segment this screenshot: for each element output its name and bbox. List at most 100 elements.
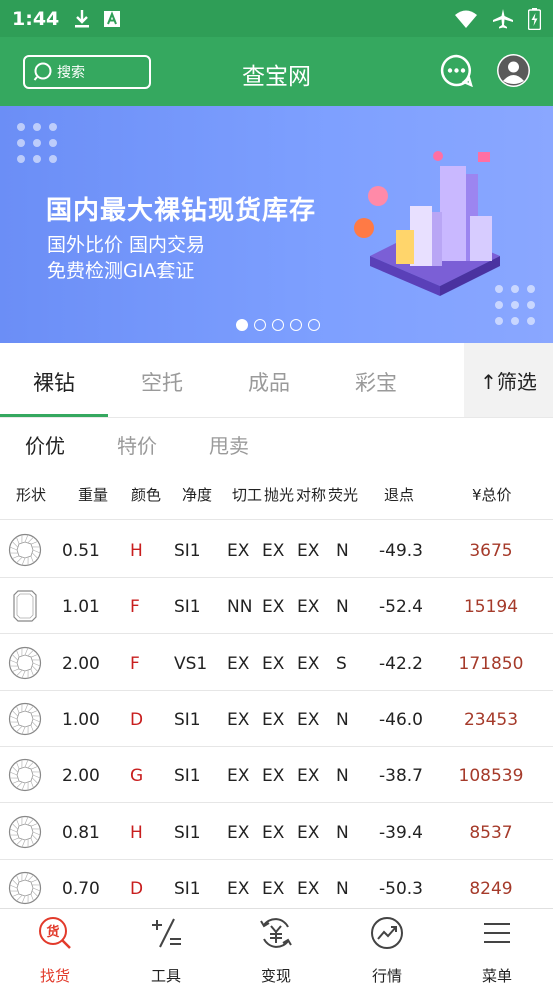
cell-clarity: SI1 (174, 541, 201, 561)
cell-cut: EX (227, 541, 249, 561)
font-a-icon (103, 10, 121, 28)
cell-cut: EX (227, 766, 249, 786)
cell-clarity: VS1 (174, 654, 207, 674)
promo-banner[interactable]: 国内最大裸钻现货库存 国外比价 国内交易 免费检测GIA套证 (0, 106, 553, 343)
cell-price: 3675 (430, 541, 552, 561)
nav-label: 菜单 (462, 965, 532, 986)
table-row[interactable]: 2.00GSI1EXEXEXN-38.7108539 (0, 747, 553, 803)
download-icon (73, 9, 91, 29)
cash-exchange-icon (258, 915, 294, 951)
cell-clarity: SI1 (174, 597, 201, 617)
col-header-weight[interactable]: 重量 (78, 484, 108, 505)
bottom-nav: 货 找货 工具 变现 行情 菜单 (0, 908, 553, 984)
table-row[interactable]: 0.51HSI1EXEXEXN-49.33675 (0, 522, 553, 578)
subtab-special-price[interactable]: 特价 (117, 430, 157, 459)
table-row[interactable]: 2.00FVS1EXEXEXS-42.2171850 (0, 635, 553, 691)
svg-text:货: 货 (46, 924, 59, 940)
banner-headline: 国内最大裸钻现货库存 (46, 190, 316, 227)
round-cut-icon (8, 702, 42, 736)
cell-fluorescence: N (336, 879, 349, 899)
col-header-total-price[interactable]: ¥总价 (472, 484, 512, 505)
nav-label: 工具 (131, 965, 201, 986)
round-cut-icon (8, 533, 42, 567)
cell-weight: 0.70 (62, 879, 100, 899)
cell-color: D (130, 710, 143, 730)
trend-icon (369, 915, 405, 951)
cell-price: 15194 (430, 597, 552, 617)
city-illustration (350, 146, 510, 306)
cell-cut: EX (227, 823, 249, 843)
col-header-cut[interactable]: 切工 (232, 484, 262, 505)
col-header-shape[interactable]: 形状 (16, 484, 46, 505)
status-time: 1:44 (12, 8, 59, 30)
nav-find-goods[interactable]: 货 找货 (20, 915, 90, 986)
cell-price: 8249 (430, 879, 552, 899)
cell-price: 23453 (430, 710, 552, 730)
cell-cut: EX (227, 879, 249, 899)
table-row[interactable]: 1.01FSI1NNEXEXN-52.415194 (0, 578, 553, 634)
col-header-clarity[interactable]: 净度 (182, 484, 212, 505)
nav-market[interactable]: 行情 (352, 915, 422, 986)
subtab-clearance[interactable]: 甩卖 (209, 430, 249, 459)
cell-polish: EX (262, 710, 284, 730)
cell-price: 171850 (430, 654, 552, 674)
pager-dot[interactable] (236, 319, 248, 331)
cell-fluorescence: N (336, 710, 349, 730)
cell-polish: EX (262, 766, 284, 786)
table-row[interactable]: 0.81HSI1EXEXEXN-39.48537 (0, 804, 553, 860)
tab-colored-gem[interactable]: 彩宝 (322, 367, 430, 397)
banner-subline: 国外比价 国内交易 (47, 230, 205, 257)
chat-icon[interactable] (440, 54, 473, 87)
cell-price: 8537 (430, 823, 552, 843)
nav-label: 变现 (241, 965, 311, 986)
cell-symmetry: EX (297, 710, 319, 730)
nav-cash-out[interactable]: 变现 (241, 915, 311, 986)
calculator-icon (148, 915, 184, 951)
cell-symmetry: EX (297, 654, 319, 674)
cell-symmetry: EX (297, 597, 319, 617)
sub-tabs: 价优 特价 甩卖 (0, 418, 553, 468)
cell-symmetry: EX (297, 766, 319, 786)
nav-menu[interactable]: 菜单 (462, 915, 532, 986)
cell-cut: EX (227, 654, 249, 674)
cell-fluorescence: S (336, 654, 347, 674)
cell-discount: -39.4 (379, 823, 423, 843)
cell-fluorescence: N (336, 541, 349, 561)
cell-color: G (130, 766, 143, 786)
cell-fluorescence: N (336, 597, 349, 617)
cell-clarity: SI1 (174, 710, 201, 730)
status-bar: 1:44 (0, 0, 553, 37)
tab-mounting[interactable]: 空托 (108, 367, 216, 397)
cell-weight: 0.51 (62, 541, 100, 561)
col-header-symmetry[interactable]: 对称 (296, 484, 326, 505)
nav-tools[interactable]: 工具 (131, 915, 201, 986)
menu-icon (479, 915, 515, 951)
pager-dot[interactable] (254, 319, 266, 331)
pager-dot[interactable] (272, 319, 284, 331)
subtab-best-price[interactable]: 价优 (25, 430, 65, 459)
cell-clarity: SI1 (174, 766, 201, 786)
banner-pager (236, 319, 320, 331)
tab-finished-jewelry[interactable]: 成品 (215, 367, 323, 397)
pager-dot[interactable] (290, 319, 302, 331)
cell-polish: EX (262, 597, 284, 617)
cell-discount: -42.2 (379, 654, 423, 674)
col-header-color[interactable]: 颜色 (131, 484, 161, 505)
cell-cut: NN (227, 597, 252, 617)
cell-discount: -38.7 (379, 766, 423, 786)
nav-label: 行情 (352, 965, 422, 986)
filter-button[interactable]: ↑筛选 (464, 343, 553, 417)
col-header-polish[interactable]: 抛光 (264, 484, 294, 505)
round-cut-icon (8, 758, 42, 792)
cell-discount: -46.0 (379, 710, 423, 730)
col-header-discount[interactable]: 退点 (384, 484, 414, 505)
tab-loose-diamond[interactable]: 裸钻 (0, 367, 108, 397)
user-avatar-icon[interactable] (497, 54, 530, 87)
table-row[interactable]: 1.00DSI1EXEXEXN-46.023453 (0, 691, 553, 747)
col-header-fluorescence[interactable]: 荧光 (328, 484, 358, 505)
table-header: 形状 重量 颜色 净度 切工 抛光 对称 荧光 退点 ¥总价 (0, 470, 553, 520)
nav-label: 找货 (20, 965, 90, 986)
wifi-icon (454, 9, 478, 29)
pager-dot[interactable] (308, 319, 320, 331)
cell-color: F (130, 654, 140, 674)
